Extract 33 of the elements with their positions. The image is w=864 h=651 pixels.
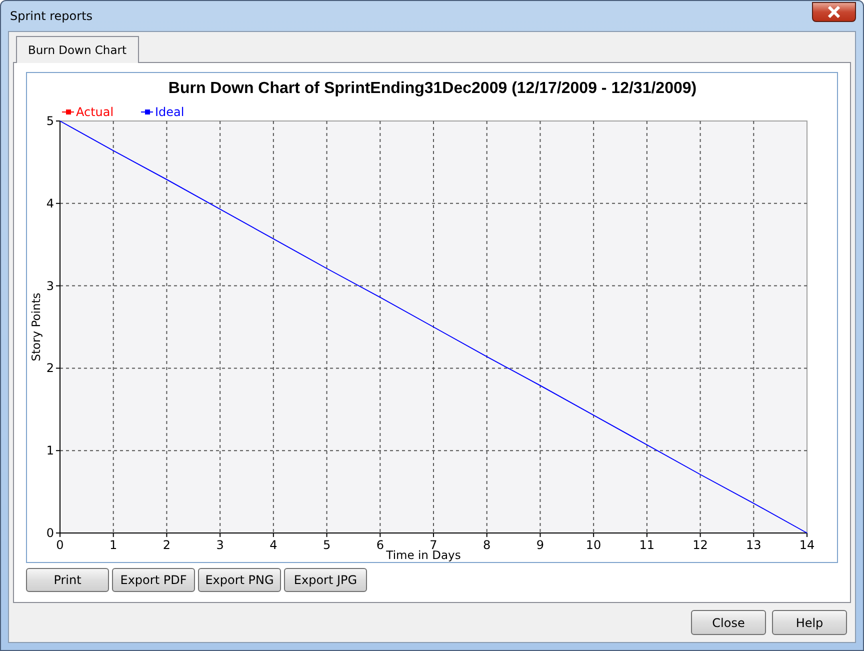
legend-label: Ideal xyxy=(155,105,184,119)
close-icon[interactable] xyxy=(812,2,856,22)
dialog-button[interactable]: Close xyxy=(691,610,766,635)
x-tick-label: 12 xyxy=(692,538,708,552)
x-tick-label: 11 xyxy=(639,538,655,552)
x-tick-label: 9 xyxy=(536,538,544,552)
export-button[interactable]: Print xyxy=(26,568,109,592)
x-tick-label: 2 xyxy=(162,538,171,552)
y-tick-label: 5 xyxy=(46,114,54,128)
tab[interactable]: Burn Down Chart xyxy=(16,36,138,63)
x-tick-label: 5 xyxy=(322,538,331,552)
chart-title: Burn Down Chart of SprintEnding31Dec2009 (12/17/2009 - 12/31/2009) xyxy=(168,80,697,97)
x-tick-label: 13 xyxy=(746,538,762,552)
legend-label: Actual xyxy=(76,105,114,119)
y-tick-label: 4 xyxy=(46,196,54,210)
x-tick-label: 10 xyxy=(586,538,602,552)
x-tick-label: 8 xyxy=(483,538,491,552)
export-button[interactable]: Export JPG xyxy=(284,568,367,592)
export-button[interactable]: Export PDF xyxy=(112,568,195,592)
y-tick-label: 3 xyxy=(46,278,54,293)
x-tick-label: 4 xyxy=(270,538,278,552)
y-tick-label: 2 xyxy=(46,361,54,376)
y-tick-label: 1 xyxy=(46,444,54,458)
x-tick-label: 3 xyxy=(216,538,224,552)
x-tick-label: 14 xyxy=(799,538,815,552)
y-axis-label: Story Points xyxy=(29,292,43,362)
dialog-button[interactable]: Help xyxy=(772,610,847,635)
x-tick-label: 6 xyxy=(376,538,384,552)
x-tick-label: 0 xyxy=(56,538,64,552)
export-button[interactable]: Export PNG xyxy=(198,568,281,592)
window-title: Sprint reports xyxy=(9,9,93,23)
y-tick-label: 0 xyxy=(46,526,54,540)
x-tick-label: 1 xyxy=(110,538,118,552)
